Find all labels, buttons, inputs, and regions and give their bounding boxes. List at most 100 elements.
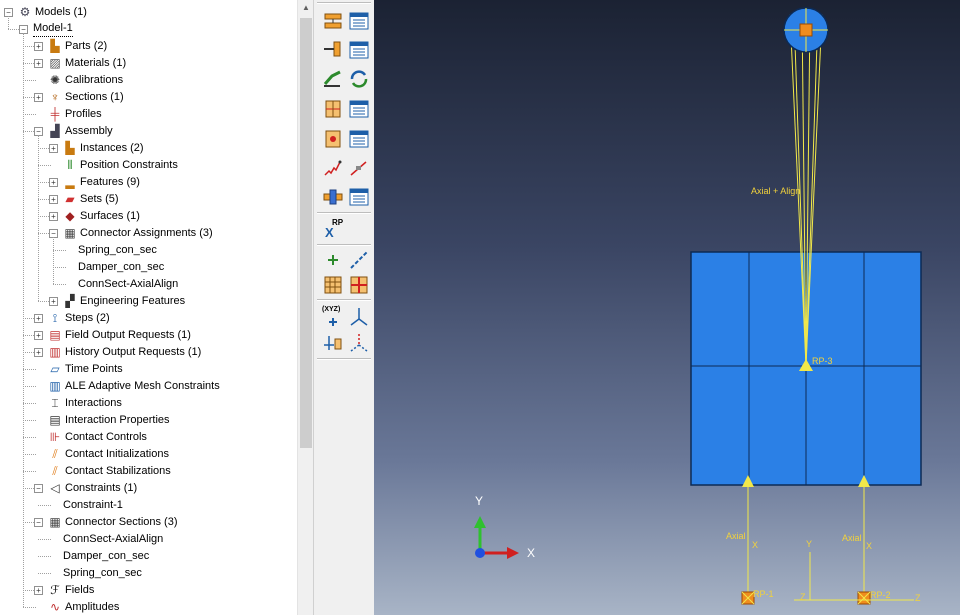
tree-item-label: Sets (5) [80, 193, 119, 205]
tree-guide-line [23, 607, 36, 608]
triad-x-label: X [527, 546, 536, 560]
tree-item[interactable]: + ▞ Engineering Features [0, 293, 297, 310]
tree-item[interactable]: ConnSect-AxialAlign [0, 276, 297, 293]
tree-guide-line [38, 165, 51, 166]
tree-item[interactable]: + ▙ Parts (2) [0, 38, 297, 55]
create-dashpot-tool[interactable] [346, 155, 372, 181]
tree-item-label: Profiles [65, 108, 102, 120]
expand-icon[interactable]: + [34, 331, 43, 340]
tree-item[interactable]: − ▦ Connector Assignments (3) [0, 225, 297, 242]
create-datum-point-tool[interactable] [320, 247, 346, 273]
expand-icon[interactable]: + [34, 42, 43, 51]
tree-item[interactable]: − ▟ Assembly [0, 123, 297, 140]
expand-icon[interactable]: + [34, 59, 43, 68]
tree-item-label: Spring_con_sec [78, 244, 157, 256]
collapse-icon[interactable]: − [34, 484, 43, 493]
partition-face-tool[interactable] [346, 272, 372, 298]
create-datum-axis-tool[interactable] [346, 247, 372, 273]
tree-item[interactable]: Damper_con_sec [0, 259, 297, 276]
create-datum-csys-tool[interactable]: (XYZ) [320, 304, 346, 330]
tree-item-label: Contact Stabilizations [65, 465, 171, 477]
collapse-icon[interactable]: − [34, 518, 43, 527]
datum-csys-3points-tool[interactable] [346, 304, 372, 330]
tree-item[interactable]: − ◁ Constraints (1) [0, 480, 297, 497]
tree-item[interactable]: + ▙ Instances (2) [0, 140, 297, 157]
tree-scrollbar[interactable]: ▲ [297, 0, 314, 615]
tree-item[interactable]: + ▥ History Output Requests (1) [0, 344, 297, 361]
tree-item-label: Materials (1) [65, 57, 127, 69]
graphics-viewport[interactable]: Axial + Align RP-3 Axial Axial X X Y Z Z… [374, 0, 960, 615]
expand-icon[interactable]: + [34, 586, 43, 595]
tree-item[interactable]: − ▦ Connector Sections (3) [0, 514, 297, 531]
tree-item[interactable]: + ▂ Features (9) [0, 174, 297, 191]
interaction-properties-icon: ▤ [49, 413, 61, 427]
assign-section-tool[interactable] [320, 96, 346, 122]
create-connector-tool[interactable] [320, 37, 346, 63]
tree-item[interactable]: ⫴ Position Constraints [0, 157, 297, 174]
toolbox-separator [317, 358, 371, 360]
tree-item[interactable]: ▥ ALE Adaptive Mesh Constraints [0, 378, 297, 395]
global-y-label: Y [806, 539, 813, 549]
wire-refresh-tool[interactable] [346, 66, 372, 92]
create-datum-plane-tool[interactable] [320, 272, 346, 298]
scroll-up-icon[interactable]: ▲ [298, 0, 314, 16]
tree-item[interactable]: ⌶ Interactions [0, 395, 297, 412]
create-wire-tool[interactable] [320, 66, 346, 92]
expand-icon[interactable]: + [49, 212, 58, 221]
datum-manager-tool[interactable] [346, 8, 372, 34]
amplitudes-icon: ∿ [49, 600, 61, 614]
tree-item-label: Model-1 [33, 21, 73, 37]
assign-orientation-tool[interactable] [320, 126, 346, 152]
tree-item[interactable]: ⫽ Contact Initializations [0, 446, 297, 463]
tree-item[interactable]: + ♆ Sections (1) [0, 89, 297, 106]
expand-icon[interactable]: + [49, 178, 58, 187]
reference-point-tool[interactable]: RP X [320, 216, 346, 242]
tree-item[interactable]: ⊪ Contact Controls [0, 429, 297, 446]
ale-mesh-icon: ▥ [49, 379, 61, 393]
tree-item[interactable]: ▤ Interaction Properties [0, 412, 297, 429]
create-spring-tool[interactable] [320, 155, 346, 181]
tree-item-label: Amplitudes [65, 601, 120, 613]
model-tree[interactable]: − ⚙ Models (1) − Model-1 + ▙ Parts (2) + ▨ Materia… [0, 0, 297, 615]
tree-item[interactable]: ConnSect-AxialAlign [0, 531, 297, 548]
datum-csys-offset-tool[interactable] [320, 330, 346, 356]
scrollbar-thumb[interactable] [300, 18, 312, 448]
expand-icon[interactable]: + [34, 348, 43, 357]
surfaces-icon: ◆ [65, 209, 75, 223]
expand-icon[interactable]: + [34, 314, 43, 323]
section-manager-tool[interactable] [346, 96, 372, 122]
tree-item[interactable]: + ◆ Surfaces (1) [0, 208, 297, 225]
connector-manager-tool[interactable] [346, 37, 372, 63]
tree-item[interactable]: Spring_con_sec [0, 242, 297, 259]
tree-item[interactable]: − Model-1 [0, 21, 297, 38]
expand-icon[interactable]: + [49, 195, 58, 204]
tree-item[interactable]: Constraint-1 [0, 497, 297, 514]
tree-item-label: Features (9) [80, 176, 140, 188]
tree-item[interactable]: + ⟟ Steps (2) [0, 310, 297, 327]
datum-csys-angle-tool[interactable] [346, 330, 372, 356]
rp-x-glyph: X [325, 225, 334, 240]
tree-item[interactable]: + ▰ Sets (5) [0, 191, 297, 208]
tree-item[interactable]: ∿ Amplitudes [0, 599, 297, 615]
model-drawing [474, 7, 922, 605]
tree-item-label: Damper_con_sec [63, 550, 150, 562]
tree-item[interactable]: ⫽ Contact Stabilizations [0, 463, 297, 480]
orientation-manager-tool[interactable] [346, 126, 372, 152]
inertia-manager-tool[interactable] [346, 184, 372, 210]
instances-icon: ▙ [65, 141, 75, 155]
tree-item[interactable]: ⏥ Time Points [0, 361, 297, 378]
tree-item[interactable]: Spring_con_sec [0, 565, 297, 582]
expand-icon[interactable]: + [49, 144, 58, 153]
tree-item[interactable]: + ℱ Fields [0, 582, 297, 599]
tree-item[interactable]: + ▨ Materials (1) [0, 55, 297, 72]
tree-item[interactable]: − ⚙ Models (1) [0, 4, 297, 21]
tree-item-label: Steps (2) [65, 312, 110, 324]
tree-item[interactable]: ✺ Calibrations [0, 72, 297, 89]
expand-icon[interactable]: + [49, 297, 58, 306]
create-inertia-tool[interactable] [320, 184, 346, 210]
expand-icon[interactable]: + [34, 93, 43, 102]
tree-item[interactable]: Damper_con_sec [0, 548, 297, 565]
tree-item[interactable]: + ▤ Field Output Requests (1) [0, 327, 297, 344]
create-datum-tool[interactable] [320, 8, 346, 34]
tree-item[interactable]: ╪ Profiles [0, 106, 297, 123]
